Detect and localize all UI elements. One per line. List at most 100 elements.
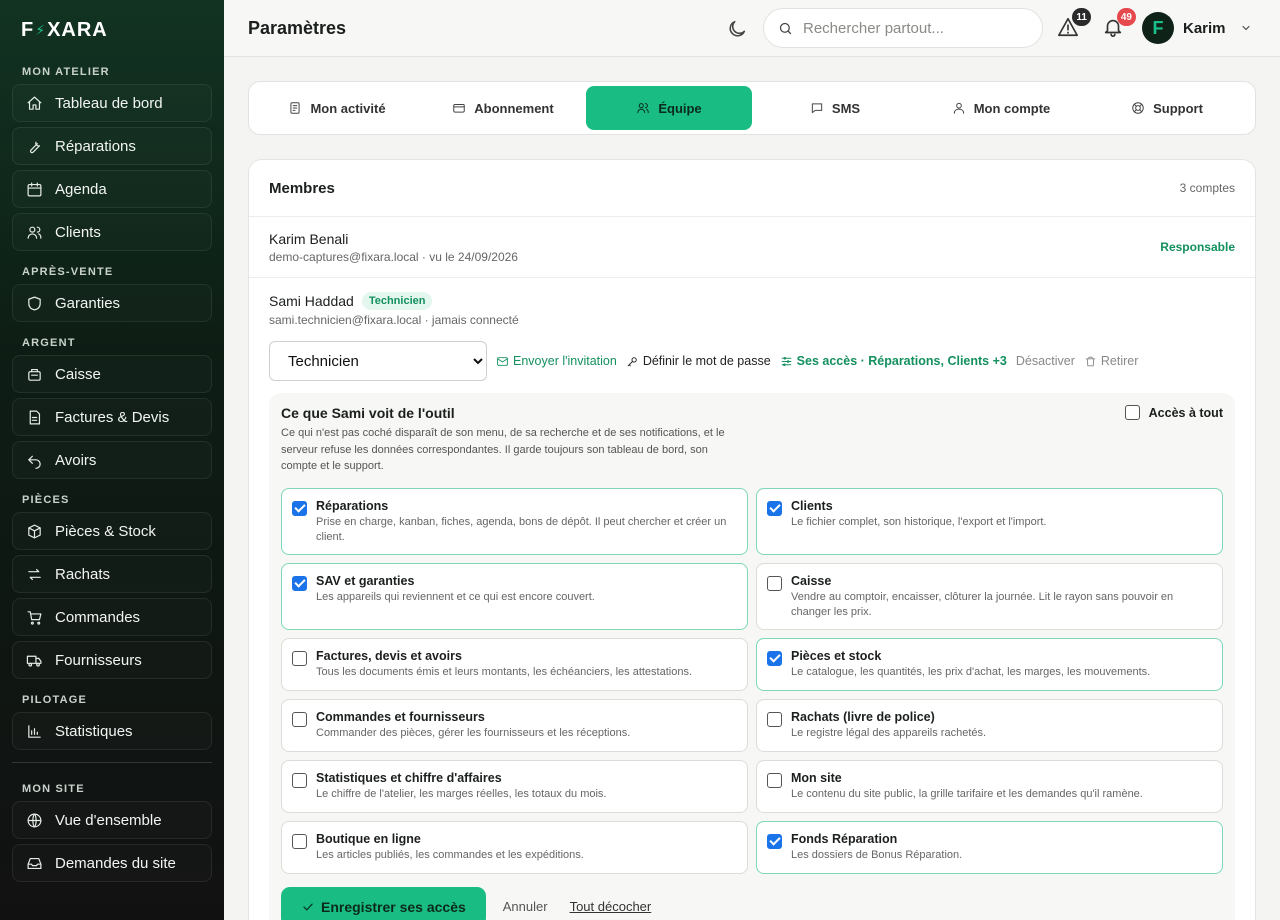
- members-count: 3 comptes: [1179, 181, 1235, 195]
- tab-label: Mon activité: [310, 100, 386, 116]
- permission-checkbox[interactable]: [767, 711, 782, 727]
- sidebar-item-fournisseurs[interactable]: Fournisseurs: [12, 641, 212, 679]
- globe-icon: [27, 813, 42, 827]
- permission-checkbox[interactable]: [767, 650, 782, 666]
- permission-boutique-en-ligne[interactable]: Boutique en ligne Les articles publiés, …: [281, 820, 748, 874]
- logo[interactable]: F ⚡ XARA: [12, 0, 212, 60]
- tab-label: Support: [1153, 100, 1203, 116]
- permission-name: Rachats (livre de police): [791, 709, 935, 724]
- permission-pieces-et-stock[interactable]: Pièces et stock Le catalogue, les quanti…: [756, 637, 1223, 691]
- cancel-button[interactable]: Annuler: [503, 899, 548, 914]
- permission-checkbox[interactable]: [767, 575, 782, 591]
- sidebar-item-demandes-du-site[interactable]: Demandes du site: [12, 844, 212, 882]
- inbox-icon: [27, 857, 42, 869]
- permission-name: Commandes et fournisseurs: [316, 709, 485, 724]
- permission-checkbox[interactable]: [292, 500, 307, 516]
- search-input[interactable]: [803, 19, 1023, 37]
- access-link[interactable]: Ses accès · Réparations, Clients +3: [780, 354, 1007, 368]
- permission-name: Fonds Réparation: [791, 831, 898, 846]
- sidebar-item-reparations[interactable]: Réparations: [12, 127, 212, 165]
- permission-name: Caisse: [791, 573, 832, 588]
- permission-description: Les articles publiés, les commandes et l…: [316, 848, 584, 861]
- permission-mon-site[interactable]: Mon site Le contenu du site public, la g…: [756, 759, 1223, 813]
- disable-label: Désactiver: [1015, 354, 1075, 368]
- sidebar-item-factures-devis[interactable]: Factures & Devis: [12, 398, 212, 436]
- permissions-grid: Réparations Prise en charge, kanban, fic…: [281, 487, 1223, 874]
- permission-clients[interactable]: Clients Le fichier complet, son historiq…: [756, 487, 1223, 555]
- alerts-button[interactable]: 11: [1057, 8, 1091, 40]
- permission-statistiques-et-chiffre-d-affaires[interactable]: Statistiques et chiffre d'affaires Le ch…: [281, 759, 748, 813]
- tab-mon-activite[interactable]: Mon activité: [254, 86, 420, 130]
- member-meta: demo-captures@fixara.local · vu le 24/09…: [269, 250, 518, 264]
- permission-checkbox[interactable]: [292, 772, 307, 788]
- remove-label: Retirer: [1100, 354, 1139, 368]
- role-select[interactable]: Technicien: [269, 341, 487, 381]
- document-icon: [29, 410, 41, 424]
- disable-link[interactable]: Désactiver: [1016, 354, 1075, 368]
- sidebar-item-commandes[interactable]: Commandes: [12, 598, 212, 636]
- tab-equipe[interactable]: Équipe: [586, 86, 752, 130]
- sidebar-item-tableau-de-bord[interactable]: Tableau de bord: [12, 84, 212, 122]
- save-access-button[interactable]: Enregistrer ses accès: [281, 886, 486, 920]
- permission-checkbox[interactable]: [292, 833, 307, 849]
- permission-name: SAV et garanties: [316, 573, 415, 588]
- sidebar-item-vue-d-ensemble[interactable]: Vue d'ensemble: [12, 801, 212, 839]
- sidebar-item-statistiques[interactable]: Statistiques: [12, 712, 212, 750]
- user-menu[interactable]: F Karim: [1142, 12, 1252, 44]
- logo-bolt: ⚡: [35, 21, 47, 38]
- sidebar-item-avoirs[interactable]: Avoirs: [12, 441, 212, 479]
- sidebar-item-agenda[interactable]: Agenda: [12, 170, 212, 208]
- permission-name: Statistiques et chiffre d'affaires: [316, 770, 502, 785]
- sidebar-item-label: Tableau de bord: [55, 94, 163, 112]
- sidebar-item-label: Avoirs: [55, 451, 97, 469]
- permission-commandes-et-fournisseurs[interactable]: Commandes et fournisseurs Commander des …: [281, 698, 748, 752]
- permission-checkbox[interactable]: [292, 575, 307, 591]
- tab-abonnement[interactable]: Abonnement: [420, 86, 586, 130]
- permission-factures-devis-et-avoirs[interactable]: Factures, devis et avoirs Tous les docum…: [281, 637, 748, 691]
- permission-checkbox[interactable]: [767, 772, 782, 788]
- set-password-link[interactable]: Définir le mot de passe: [626, 354, 771, 368]
- permission-fonds-reparation[interactable]: Fonds Réparation Les dossiers de Bonus R…: [756, 820, 1223, 874]
- permission-checkbox[interactable]: [292, 711, 307, 727]
- permission-reparations[interactable]: Réparations Prise en charge, kanban, fic…: [281, 487, 748, 555]
- set-password-label: Définir le mot de passe: [642, 354, 771, 368]
- send-invite-link[interactable]: Envoyer l'invitation: [496, 354, 617, 368]
- permission-rachats-livre-de-police[interactable]: Rachats (livre de police) Le registre lé…: [756, 698, 1223, 752]
- member-meta: sami.technicien@fixara.local · jamais co…: [269, 313, 519, 327]
- sidebar-section-label: MON SITE: [22, 783, 85, 795]
- remove-link[interactable]: Retirer: [1084, 354, 1139, 368]
- chevron-down-icon: [1241, 25, 1250, 31]
- mail-icon: [497, 356, 508, 366]
- moon-icon[interactable]: [726, 18, 748, 40]
- sidebar-item-pieces-stock[interactable]: Pièces & Stock: [12, 512, 212, 550]
- tab-sms[interactable]: SMS: [752, 86, 918, 130]
- sidebar-item-rachats[interactable]: Rachats: [12, 555, 212, 593]
- member-name: Karim Benali: [269, 231, 349, 247]
- tab-mon-compte[interactable]: Mon compte: [918, 86, 1084, 130]
- search-box[interactable]: [763, 8, 1043, 48]
- permission-caisse[interactable]: Caisse Vendre au comptoir, encaisser, cl…: [756, 562, 1223, 630]
- sidebar-item-label: Statistiques: [55, 722, 133, 740]
- member-role: Responsable: [1160, 240, 1235, 254]
- permission-description: Le catalogue, les quantités, les prix d'…: [791, 665, 1151, 678]
- sidebar-item-label: Réparations: [55, 137, 136, 155]
- permission-description: Les appareils qui reviennent et ce qui e…: [316, 590, 595, 603]
- permission-checkbox[interactable]: [767, 500, 782, 516]
- sidebar-item-clients[interactable]: Clients: [12, 213, 212, 251]
- card-icon: [453, 104, 466, 113]
- sidebar-item-caisse[interactable]: Caisse: [12, 355, 212, 393]
- notifications-button[interactable]: 49: [1102, 8, 1136, 40]
- all-access-checkbox[interactable]: [1124, 405, 1140, 420]
- sidebar-item-garanties[interactable]: Garanties: [12, 284, 212, 322]
- permission-checkbox[interactable]: [767, 833, 782, 849]
- members-title: Membres: [269, 179, 335, 197]
- wrench-icon: [29, 141, 41, 153]
- permission-checkbox[interactable]: [292, 650, 307, 666]
- tab-support[interactable]: Support: [1084, 86, 1250, 130]
- sidebar-item-label: Clients: [55, 223, 101, 241]
- all-access-toggle[interactable]: Accès à tout: [1124, 405, 1223, 420]
- tab-label: SMS: [831, 100, 861, 116]
- permission-sav-et-garanties[interactable]: SAV et garanties Les appareils qui revie…: [281, 562, 748, 630]
- uncheck-all-link[interactable]: Tout décocher: [570, 899, 652, 914]
- sidebar-section-label: ARGENT: [22, 337, 76, 349]
